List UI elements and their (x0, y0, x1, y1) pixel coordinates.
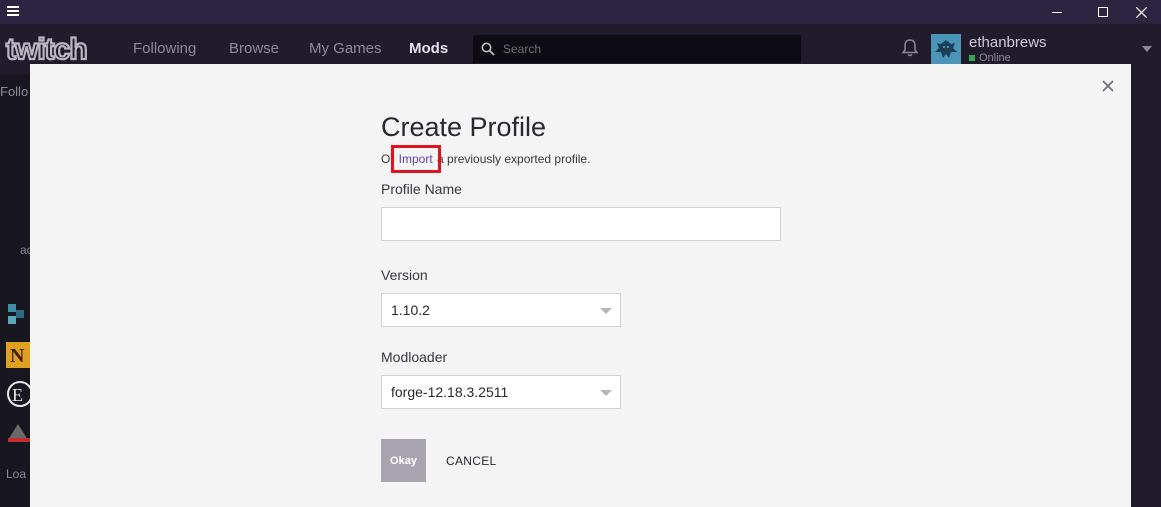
svg-text:E: E (12, 385, 23, 405)
hamburger-icon[interactable] (7, 6, 19, 18)
logo-text: twitch (6, 33, 87, 66)
profile-name-label: Profile Name (381, 181, 462, 197)
version-select[interactable]: 1.10.2 (381, 293, 621, 327)
modloader-value: forge-12.18.3.2511 (391, 384, 509, 400)
import-link[interactable]: Import (390, 145, 441, 173)
online-dot-icon (969, 55, 975, 61)
version-label: Version (381, 267, 428, 283)
modpack-icon: E (7, 381, 30, 407)
modloader-label: Modloader (381, 349, 448, 365)
modpack-icon: N (6, 342, 30, 368)
search-icon (481, 42, 495, 56)
close-icon (1135, 6, 1147, 18)
modpack-icon (8, 304, 24, 324)
nav-browse[interactable]: Browse (229, 40, 279, 57)
cancel-button[interactable]: CANCEL (446, 454, 496, 468)
create-profile-dialog: Create Profile Or Import a previously ex… (30, 64, 1131, 507)
modpack-icon (8, 424, 30, 442)
avatar[interactable] (931, 34, 961, 64)
okay-button[interactable]: Okay (381, 439, 426, 482)
version-value: 1.10.2 (391, 302, 430, 318)
chevron-down-icon (600, 390, 612, 396)
maximize-icon (1098, 7, 1108, 17)
title-bar (0, 0, 1161, 24)
background-loading-text: Loa (6, 467, 27, 481)
close-dialog-icon[interactable] (1102, 80, 1114, 92)
profile-name-input[interactable] (381, 207, 781, 241)
subline-prefix: Or (381, 152, 398, 166)
minimize-icon (1052, 11, 1062, 13)
nav-my-games[interactable]: My Games (309, 40, 382, 57)
modloader-select[interactable]: forge-12.18.3.2511 (381, 375, 621, 409)
chevron-down-icon[interactable] (1142, 46, 1152, 52)
svg-text:N: N (10, 345, 25, 367)
import-subline: Or Import a previously exported profile. (381, 145, 591, 173)
subline-suffix: a previously exported profile. (433, 152, 591, 166)
nav-following[interactable]: Following (133, 40, 196, 57)
user-status: Online (969, 52, 1011, 64)
search-input[interactable] (503, 42, 783, 56)
close-window-button[interactable] (1118, 0, 1161, 24)
twitch-logo[interactable]: twitch (4, 31, 100, 67)
minimize-button[interactable] (1034, 0, 1080, 24)
dialog-title: Create Profile (381, 112, 547, 142)
chevron-down-icon (600, 308, 612, 314)
username[interactable]: ethanbrews (969, 34, 1047, 51)
search-box[interactable] (473, 35, 801, 63)
background-following-label: Follo (0, 84, 29, 99)
avatar-image (931, 34, 961, 64)
bell-icon[interactable] (902, 39, 918, 57)
nav-mods[interactable]: Mods (409, 40, 448, 57)
